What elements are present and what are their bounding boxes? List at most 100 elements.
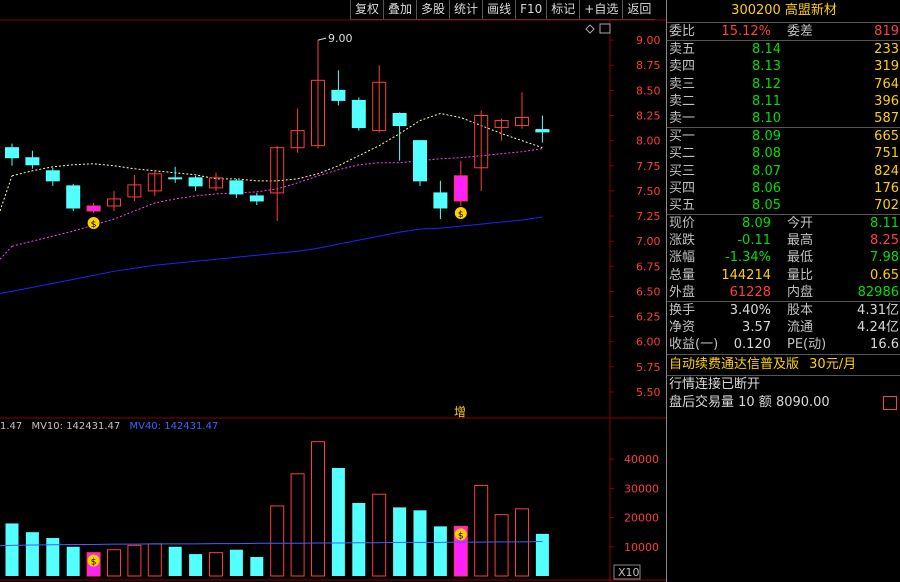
money-bag-glyph: $	[458, 531, 464, 541]
ask-level-4[interactable]: 卖一 8.10 587	[667, 110, 900, 127]
quote-v2: 82986	[857, 284, 899, 300]
stock-header: 300200 高盟新材	[667, 0, 900, 23]
fund-v2: 16.6	[870, 337, 899, 353]
ask-qty: 587	[874, 110, 899, 126]
bid-label: 买五	[669, 197, 696, 213]
weibi-value: 15.12%	[721, 24, 771, 39]
volume-bar	[515, 508, 529, 577]
volume-legend: 1.47 MV10: 142431.47 MV40: 142431.47	[0, 421, 224, 432]
subscription-ad[interactable]: 自动续费通达信普及版 30元/月	[667, 353, 900, 376]
quote-v2: 8.11	[870, 216, 899, 232]
price-tick-label: 9.00	[636, 34, 661, 47]
weicha-label: 委差	[787, 24, 814, 39]
fund-row-2: 收益(一) 0.120 PE(动) 16.6	[667, 336, 900, 353]
quote-l: 涨跌	[669, 233, 696, 249]
weibi-row: 委比 15.12% 委差 819	[667, 23, 900, 40]
volume-bar	[5, 523, 19, 576]
fund-l2: 流通	[787, 320, 814, 336]
ask-price: 8.11	[752, 93, 781, 109]
kline-chart[interactable]: 9.00 8.75 8.50 8.25 8.00 7.75 7.50 7.25 7.00 6.75…	[0, 0, 666, 582]
fund-l: 净资	[669, 320, 696, 336]
price-tick-label: 6.25	[636, 311, 661, 324]
quote-stats: 现价 8.09 今开 8.11 涨跌 -0.11 最高 8.25 涨幅 -1.34% 最低 7.98 总…	[667, 214, 900, 301]
candle-body	[45, 170, 60, 182]
quote-l: 涨幅	[669, 250, 696, 266]
weibi-label: 委比	[669, 24, 696, 39]
volume-legend-mv10: MV10: 142431.47	[31, 421, 121, 432]
candle-body	[25, 157, 40, 166]
bid-label: 买二	[669, 146, 696, 162]
candle-body	[392, 112, 407, 127]
price-tick-label: 8.00	[636, 135, 661, 148]
ask-level-2[interactable]: 卖三 8.12 764	[667, 76, 900, 93]
price-tick-label: 7.00	[636, 235, 661, 248]
quote-l: 现价	[669, 216, 696, 232]
price-tick-label: 5.75	[636, 361, 661, 374]
stock-name: 高盟新材	[784, 3, 837, 18]
fund-v: 3.40%	[729, 303, 771, 318]
volume-bar	[352, 503, 366, 576]
ask-qty: 764	[874, 76, 899, 92]
candle-body	[168, 177, 183, 180]
volume-bar	[250, 557, 264, 576]
ask-levels: 卖五 8.14 233 卖四 8.13 319 卖三 8.12 764 卖二 8.11 396 卖一 8.…	[667, 40, 900, 127]
after-hours-volume: 盘后交易量 10 额 8090.00	[667, 394, 900, 412]
bid-price: 8.08	[752, 146, 781, 162]
ask-level-3[interactable]: 卖二 8.11 396	[667, 93, 900, 110]
quote-row-1: 涨跌 -0.11 最高 8.25	[667, 232, 900, 249]
bid-levels: 买一 8.09 665 买二 8.08 751 买三 8.07 824 买四 8.06 176 买五 8.…	[667, 127, 900, 214]
fund-v: 0.120	[733, 337, 771, 353]
weicha-value: 819	[874, 24, 899, 39]
ask-level-1[interactable]: 卖四 8.13 319	[667, 58, 900, 75]
bid-label: 买三	[669, 163, 696, 179]
ask-qty: 233	[874, 42, 899, 58]
bid-level-0[interactable]: 买一 8.09 665	[667, 128, 900, 145]
ask-label: 卖四	[669, 59, 696, 75]
fund-v2: 4.31亿	[857, 303, 899, 318]
bid-price: 8.06	[752, 180, 781, 196]
quote-v2: 0.65	[870, 267, 899, 283]
quote-v2: 7.98	[870, 250, 899, 266]
bid-label: 买四	[669, 180, 696, 196]
bid-level-4[interactable]: 买五 8.05 702	[667, 197, 900, 214]
volume-bar	[474, 484, 489, 577]
kline-chart-svg[interactable]: 9.00 8.75 8.50 8.25 8.00 7.75 7.50 7.25 7.00 6.75…	[0, 0, 666, 582]
stock-code: 300200	[731, 3, 781, 18]
quote-l2: 量比	[787, 267, 814, 283]
volume-bar	[433, 526, 447, 576]
money-bag-glyph: $	[91, 220, 97, 230]
volume-legend-value: 1.47	[0, 421, 23, 432]
candle-body	[5, 147, 19, 159]
fund-row-0: 换手 3.40% 股本 4.31亿	[667, 302, 900, 319]
ask-price: 8.12	[752, 76, 781, 92]
volume-bar	[66, 546, 80, 576]
price-tick-label: 5.50	[636, 386, 661, 399]
quote-row-0: 现价 8.09 今开 8.11	[667, 215, 900, 232]
quote-v2: 8.25	[870, 233, 899, 249]
quote-v: 8.09	[742, 216, 771, 232]
ad-text: 自动续费通达信普及版	[669, 356, 800, 372]
ask-label: 卖二	[669, 93, 696, 109]
candle-body	[249, 195, 264, 202]
volume-bar	[147, 543, 162, 577]
volume-bar	[290, 473, 305, 577]
bid-level-2[interactable]: 买三 8.07 824	[667, 163, 900, 180]
ma5-line-leadin	[0, 175, 13, 212]
ma60-line-leadin	[0, 290, 13, 294]
fund-l: 收益(一)	[669, 337, 719, 353]
bar-chart-icon[interactable]	[883, 395, 897, 410]
volume-tick-label: 40000	[624, 453, 659, 466]
bid-qty: 176	[874, 180, 899, 196]
volume-bar	[107, 549, 121, 577]
connection-status: 行情连接已断开	[669, 376, 761, 392]
volume-bar	[372, 493, 387, 577]
bid-level-3[interactable]: 买四 8.06 176	[667, 180, 900, 197]
quote-v: 144214	[721, 267, 771, 283]
volume-bar	[189, 554, 203, 576]
bid-price: 8.09	[752, 129, 781, 145]
ask-level-0[interactable]: 卖五 8.14 233	[667, 41, 900, 58]
bid-level-1[interactable]: 买二 8.08 751	[667, 145, 900, 162]
candle-body	[453, 175, 468, 202]
diamond-icon	[585, 24, 595, 34]
fundamentals: 换手 3.40% 股本 4.31亿 净资 3.57 流通 4.24亿 收益(一) 0.120 PE(…	[667, 301, 900, 354]
